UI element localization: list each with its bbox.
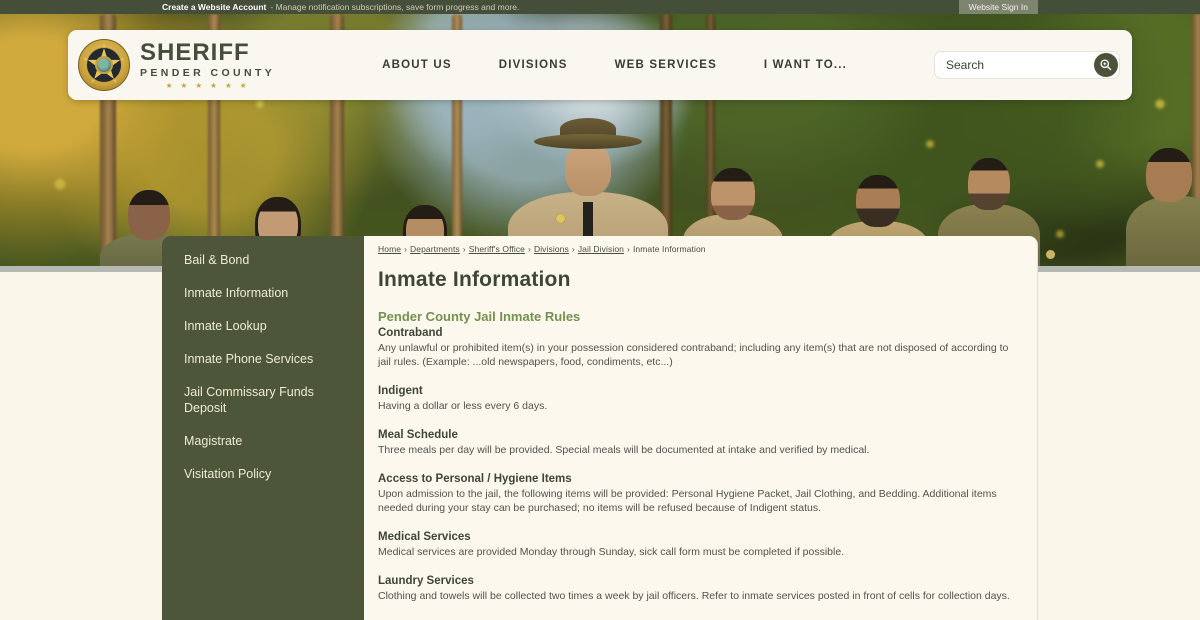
photo-person [100, 190, 198, 272]
breadcrumb-divisions[interactable]: Divisions [534, 244, 569, 254]
rule-heading: Indigent [378, 385, 423, 397]
sidebar-item-jail-commissary-funds-deposit[interactable]: Jail Commissary Funds Deposit [184, 384, 334, 416]
website-sign-in-button[interactable]: Website Sign In [958, 0, 1038, 14]
site-header: SHERIFF PENDER COUNTY ★ ★ ★ ★ ★ ★ ABOUT … [68, 30, 1132, 100]
main-navigation: ABOUT US DIVISIONS WEB SERVICES I WANT T… [275, 59, 934, 71]
topbar: Create a Website Account - Manage notifi… [0, 0, 1200, 14]
sidebar-item-inmate-lookup[interactable]: Inmate Lookup [184, 318, 344, 334]
sheriff-logo[interactable]: SHERIFF PENDER COUNTY ★ ★ ★ ★ ★ ★ [78, 39, 275, 91]
rule-contraband: Contraband Any unlawful or prohibited it… [378, 327, 1023, 369]
breadcrumb-sheriffs-office[interactable]: Sheriff's Office [469, 244, 525, 254]
breadcrumb-separator: › [571, 244, 575, 254]
search-input[interactable] [946, 58, 1086, 72]
topbar-description: - Manage notification subscriptions, sav… [270, 2, 520, 12]
rule-body: Upon admission to the jail, the followin… [378, 488, 997, 514]
sidebar-item-inmate-phone-services[interactable]: Inmate Phone Services [184, 351, 344, 367]
logo-title: SHERIFF [140, 39, 250, 66]
photo-person [1126, 148, 1200, 272]
breadcrumb-separator: › [627, 244, 630, 254]
rule-hygiene-items: Access to Personal / Hygiene Items Upon … [378, 473, 1023, 515]
search-zoom-icon [1100, 59, 1112, 71]
rule-indigent: Indigent Having a dollar or less every 6… [378, 385, 1023, 413]
rule-body: Having a dollar or less every 6 days. [378, 400, 548, 412]
page-title: Inmate Information [378, 268, 571, 291]
rule-body: Medical services are provided Monday thr… [378, 546, 845, 558]
nav-i-want-to[interactable]: I WANT TO... [764, 59, 847, 71]
breadcrumb-departments[interactable]: Departments [410, 244, 460, 254]
breadcrumb-jail-division[interactable]: Jail Division [578, 244, 624, 254]
page: Create a Website Account - Manage notifi… [0, 0, 1200, 620]
content-panel: Home › Departments › Sheriff's Office › Divisi… [364, 236, 1038, 620]
sidebar-item-inmate-information[interactable]: Inmate Information [184, 285, 344, 301]
breadcrumb-separator: › [404, 244, 408, 254]
nav-web-services[interactable]: WEB SERVICES [615, 59, 717, 71]
rule-heading: Contraband [378, 327, 443, 339]
photo-person [938, 158, 1055, 272]
breadcrumb-separator: › [528, 244, 531, 254]
logo-subtitle: PENDER COUNTY [140, 67, 276, 79]
breadcrumb-current: Inmate Information [632, 244, 706, 254]
create-account-link[interactable]: Create a Website Account [162, 2, 266, 12]
sidebar-item-magistrate[interactable]: Magistrate [184, 433, 344, 449]
rule-body: Any unlawful or prohibited item(s) in yo… [378, 342, 1009, 368]
rule-body: Clothing and towels will be collected tw… [378, 590, 1010, 602]
search-button[interactable] [1094, 53, 1118, 77]
logo-stars: ★ ★ ★ ★ ★ ★ [165, 80, 250, 90]
breadcrumb-home[interactable]: Home [378, 244, 401, 254]
rule-body: Three meals per day will be provided. Sp… [378, 444, 870, 456]
jail-division-sidebar: Bail & Bond Inmate Information Inmate Lo… [162, 236, 364, 620]
rule-heading: Access to Personal / Hygiene Items [378, 473, 572, 485]
sheriff-star-badge-icon [78, 39, 130, 91]
rule-heading: Medical Services [378, 531, 471, 543]
photo-person-sheriff [508, 118, 668, 272]
rule-meal-schedule: Meal Schedule Three meals per day will b… [378, 429, 1023, 457]
nav-about-us[interactable]: ABOUT US [382, 59, 452, 71]
rule-laundry-services: Laundry Services Clothing and towels wil… [378, 575, 1023, 603]
rule-heading: Meal Schedule [378, 429, 458, 441]
section-title: Pender County Jail Inmate Rules [378, 309, 581, 324]
photo-person [683, 168, 783, 272]
breadcrumb: Home › Departments › Sheriff's Office › Divisi… [378, 244, 1023, 254]
search-box [934, 51, 1120, 79]
nav-divisions[interactable]: DIVISIONS [499, 59, 568, 71]
rule-heading: Laundry Services [378, 575, 474, 587]
rule-medical-services: Medical Services Medical services are pr… [378, 531, 1023, 559]
sidebar-item-visitation-policy[interactable]: Visitation Policy [184, 466, 344, 482]
photo-person [828, 175, 928, 272]
sidebar-item-bail-and-bond[interactable]: Bail & Bond [184, 252, 344, 268]
breadcrumb-separator: › [462, 244, 466, 254]
